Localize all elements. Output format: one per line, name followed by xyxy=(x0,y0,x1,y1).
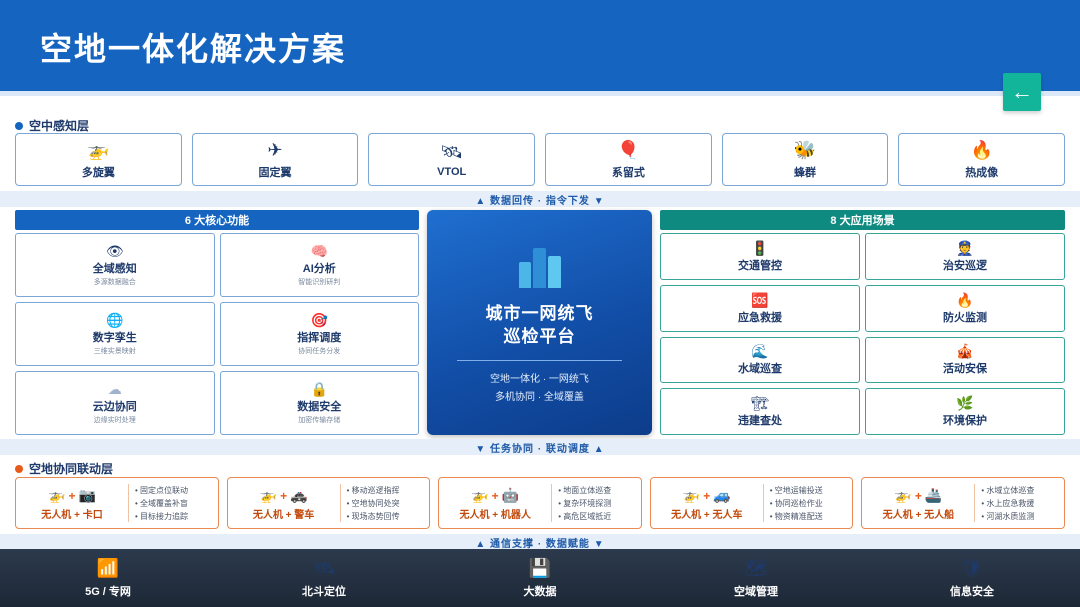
globe-icon: 🌐 xyxy=(106,312,124,328)
wave-icon: 🌊 xyxy=(751,343,769,360)
application-scenarios-header: 8 大应用场景 xyxy=(660,210,1065,230)
core-item-perception[interactable]: 👁 全域感知 多源数据融合 xyxy=(15,233,215,297)
robot-icon: 🤖 xyxy=(501,486,520,503)
floppy-disk-icon: 💾 xyxy=(528,558,552,578)
air-card-thermal[interactable]: 🔥 热成像 xyxy=(898,133,1066,186)
core-item-cloud-edge[interactable]: ☁ 云边协同 边缘实时处理 xyxy=(15,371,215,435)
tent-icon: 🎪 xyxy=(956,343,974,360)
helicopter-icon: 🚁 xyxy=(259,486,278,503)
helicopter-icon: 🚁 xyxy=(48,486,66,503)
car-icon: 🚙 xyxy=(713,486,731,503)
shield-icon: 🛡 xyxy=(960,558,984,578)
sos-icon: 🆘 xyxy=(751,291,769,308)
map-icon: 🗺 xyxy=(744,558,768,578)
app-item-patrol[interactable]: 👮 治安巡逻 xyxy=(865,233,1065,280)
platform-tagline: 空地一体化 · 一网统飞 多机协同 · 全域覆盖 xyxy=(490,374,589,403)
air-card-fixed-wing[interactable]: ✈ 固定翼 xyxy=(191,133,359,186)
fire-icon: 🔥 xyxy=(970,139,993,160)
core-item-data-security[interactable]: 🔒 数据安全 加密传输存储 xyxy=(219,371,419,435)
bullet-dot xyxy=(15,464,23,473)
core-functions-header: 6 大核心功能 xyxy=(15,210,419,230)
header-divider xyxy=(0,91,1080,96)
arrow-left-icon: ← xyxy=(1011,79,1033,104)
bee-icon: 🐝 xyxy=(793,139,817,160)
app-item-event-security[interactable]: 🎪 活动安保 xyxy=(865,336,1065,384)
air-card-tethered[interactable]: 🎈 系留式 xyxy=(545,133,712,186)
app-item-environment[interactable]: 🌿 环境保护 xyxy=(865,388,1065,435)
brain-icon: 🧠 xyxy=(310,243,328,259)
lock-icon: 🔒 xyxy=(310,381,328,397)
coop-card-unmanned-ship[interactable]: 🚁 + 🚢 无人机 + 无人船 • 水域立体巡查 • 水上应急救援 • 河湖水质监测 xyxy=(861,477,1065,529)
platform-divider xyxy=(457,360,622,361)
helicopter-icon: 🚁 xyxy=(471,486,489,503)
app-item-illegal-construction[interactable]: 🏗 违建查处 xyxy=(660,388,860,435)
app-item-water-patrol[interactable]: 🌊 水域巡查 xyxy=(660,336,860,384)
helicopter-icon: 🚁 xyxy=(682,486,701,503)
signal-bars-icon: 📶 xyxy=(96,558,120,578)
footer-item-info-security[interactable]: 🛡 信息安全 xyxy=(864,549,1080,607)
core-item-digital-twin[interactable]: 🌐 数字孪生 三维实景映射 xyxy=(15,302,215,366)
police-officer-icon: 👮 xyxy=(956,239,974,256)
band-communication: ▲ 通信支撑 · 数据赋能 ▼ xyxy=(0,534,1080,550)
app-item-rescue[interactable]: 🆘 应急救援 xyxy=(660,284,860,332)
platform-center-panel[interactable]: 城市一网统飞 巡检平台 空地一体化 · 一网统飞 多机协同 · 全域覆盖 xyxy=(427,210,652,435)
band-data-return: ▲ 数据回传 · 指令下发 ▼ xyxy=(0,191,1080,207)
coop-card-unmanned-vehicle[interactable]: 🚁 + 🚙 无人机 + 无人车 • 空地运输投送 • 协同巡检作业 • 物资精准配送 xyxy=(649,477,854,529)
back-button[interactable]: ← xyxy=(1003,73,1041,111)
ship-icon: 🚢 xyxy=(924,486,943,503)
coop-card-checkpoint[interactable]: 🚁 + 📷 无人机 + 卡口 • 固定点位联动 • 全域覆盖补盲 • 目标接力追踪 xyxy=(15,477,219,529)
band-task-coordination: ▼ 任务协同 · 联动调度 ▲ xyxy=(0,439,1080,455)
page-title: 空地一体化解决方案 xyxy=(40,31,347,67)
application-scenarios-grid: 🚦 交通管控 👮 治安巡逻 🆘 应急救援 🔥 防火监测 🌊 水域巡查 🎪 活动安保 🏗 违建查… xyxy=(660,233,1065,435)
fire-icon: 🔥 xyxy=(956,291,974,308)
balloon-icon: 🎈 xyxy=(617,139,640,160)
leaf-icon: 🌿 xyxy=(956,395,974,412)
footer-item-5g[interactable]: 📶 5G / 专网 xyxy=(0,549,216,607)
construction-icon: 🏗 xyxy=(751,395,769,412)
core-item-dispatch[interactable]: 🎯 指挥调度 协同任务分发 xyxy=(219,302,419,366)
page-header: 空地一体化解决方案 xyxy=(0,0,1080,91)
satellite-icon: 🛰 xyxy=(440,141,464,162)
core-item-ai-analysis[interactable]: 🧠 AI分析 智能识别研判 xyxy=(219,233,419,297)
helicopter-icon: 🚁 xyxy=(894,486,912,503)
footer-bar: 📶 5G / 专网 🛰 北斗定位 💾 大数据 🗺 空域管理 🛡 信息安全 xyxy=(0,549,1080,607)
footer-item-airspace[interactable]: 🗺 空域管理 xyxy=(648,549,864,607)
coop-card-police-car[interactable]: 🚁 + 🚓 无人机 + 警车 • 移动巡逻指挥 • 空地协同处突 • 现场态势回传 xyxy=(226,477,431,529)
app-item-traffic[interactable]: 🚦 交通管控 xyxy=(660,233,860,280)
air-card-vtol[interactable]: 🛰 VTOL xyxy=(368,133,536,186)
coop-layer-title: 空地协同联动层 xyxy=(15,460,113,477)
air-card-swarm[interactable]: 🐝 蜂群 xyxy=(721,133,889,186)
traffic-light-icon: 🚦 xyxy=(751,239,769,256)
footer-item-big-data[interactable]: 💾 大数据 xyxy=(432,549,648,607)
helicopter-icon: 🚁 xyxy=(87,139,110,160)
air-card-multirotor[interactable]: 🚁 多旋翼 xyxy=(15,133,182,186)
core-functions-grid: 👁 全域感知 多源数据融合 🧠 AI分析 智能识别研判 🌐 数字孪生 三维实景映射 🎯 指挥调… xyxy=(15,233,419,435)
platform-title: 城市一网统飞 巡检平台 xyxy=(485,304,594,346)
city-buildings-icon xyxy=(518,248,561,288)
satellite-icon: 🛰 xyxy=(312,558,336,578)
airplane-icon: ✈ xyxy=(267,139,283,160)
air-layer-title: 空中感知层 xyxy=(15,117,89,134)
air-layer-row: 🚁 多旋翼 ✈ 固定翼 🛰 VTOL 🎈 系留式 🐝 蜂群 🔥 热成像 xyxy=(15,133,1066,186)
eye-icon: 👁 xyxy=(105,243,124,259)
target-icon: 🎯 xyxy=(310,312,328,328)
coop-card-robot[interactable]: 🚁 + 🤖 无人机 + 机器人 • 地面立体巡查 • 复杂环境探测 • 高危区域抵近 xyxy=(438,477,642,529)
coop-layer-row: 🚁 + 📷 无人机 + 卡口 • 固定点位联动 • 全域覆盖补盲 • 目标接力追踪 🚁 + 🚓… xyxy=(15,477,1065,529)
camera-icon: 📷 xyxy=(78,486,96,503)
app-item-fire-monitor[interactable]: 🔥 防火监测 xyxy=(865,284,1065,332)
police-car-icon: 🚓 xyxy=(290,486,308,503)
bullet-dot xyxy=(15,121,23,130)
cloud-icon: ☁ xyxy=(107,381,122,397)
footer-item-beidou[interactable]: 🛰 北斗定位 xyxy=(216,549,432,607)
